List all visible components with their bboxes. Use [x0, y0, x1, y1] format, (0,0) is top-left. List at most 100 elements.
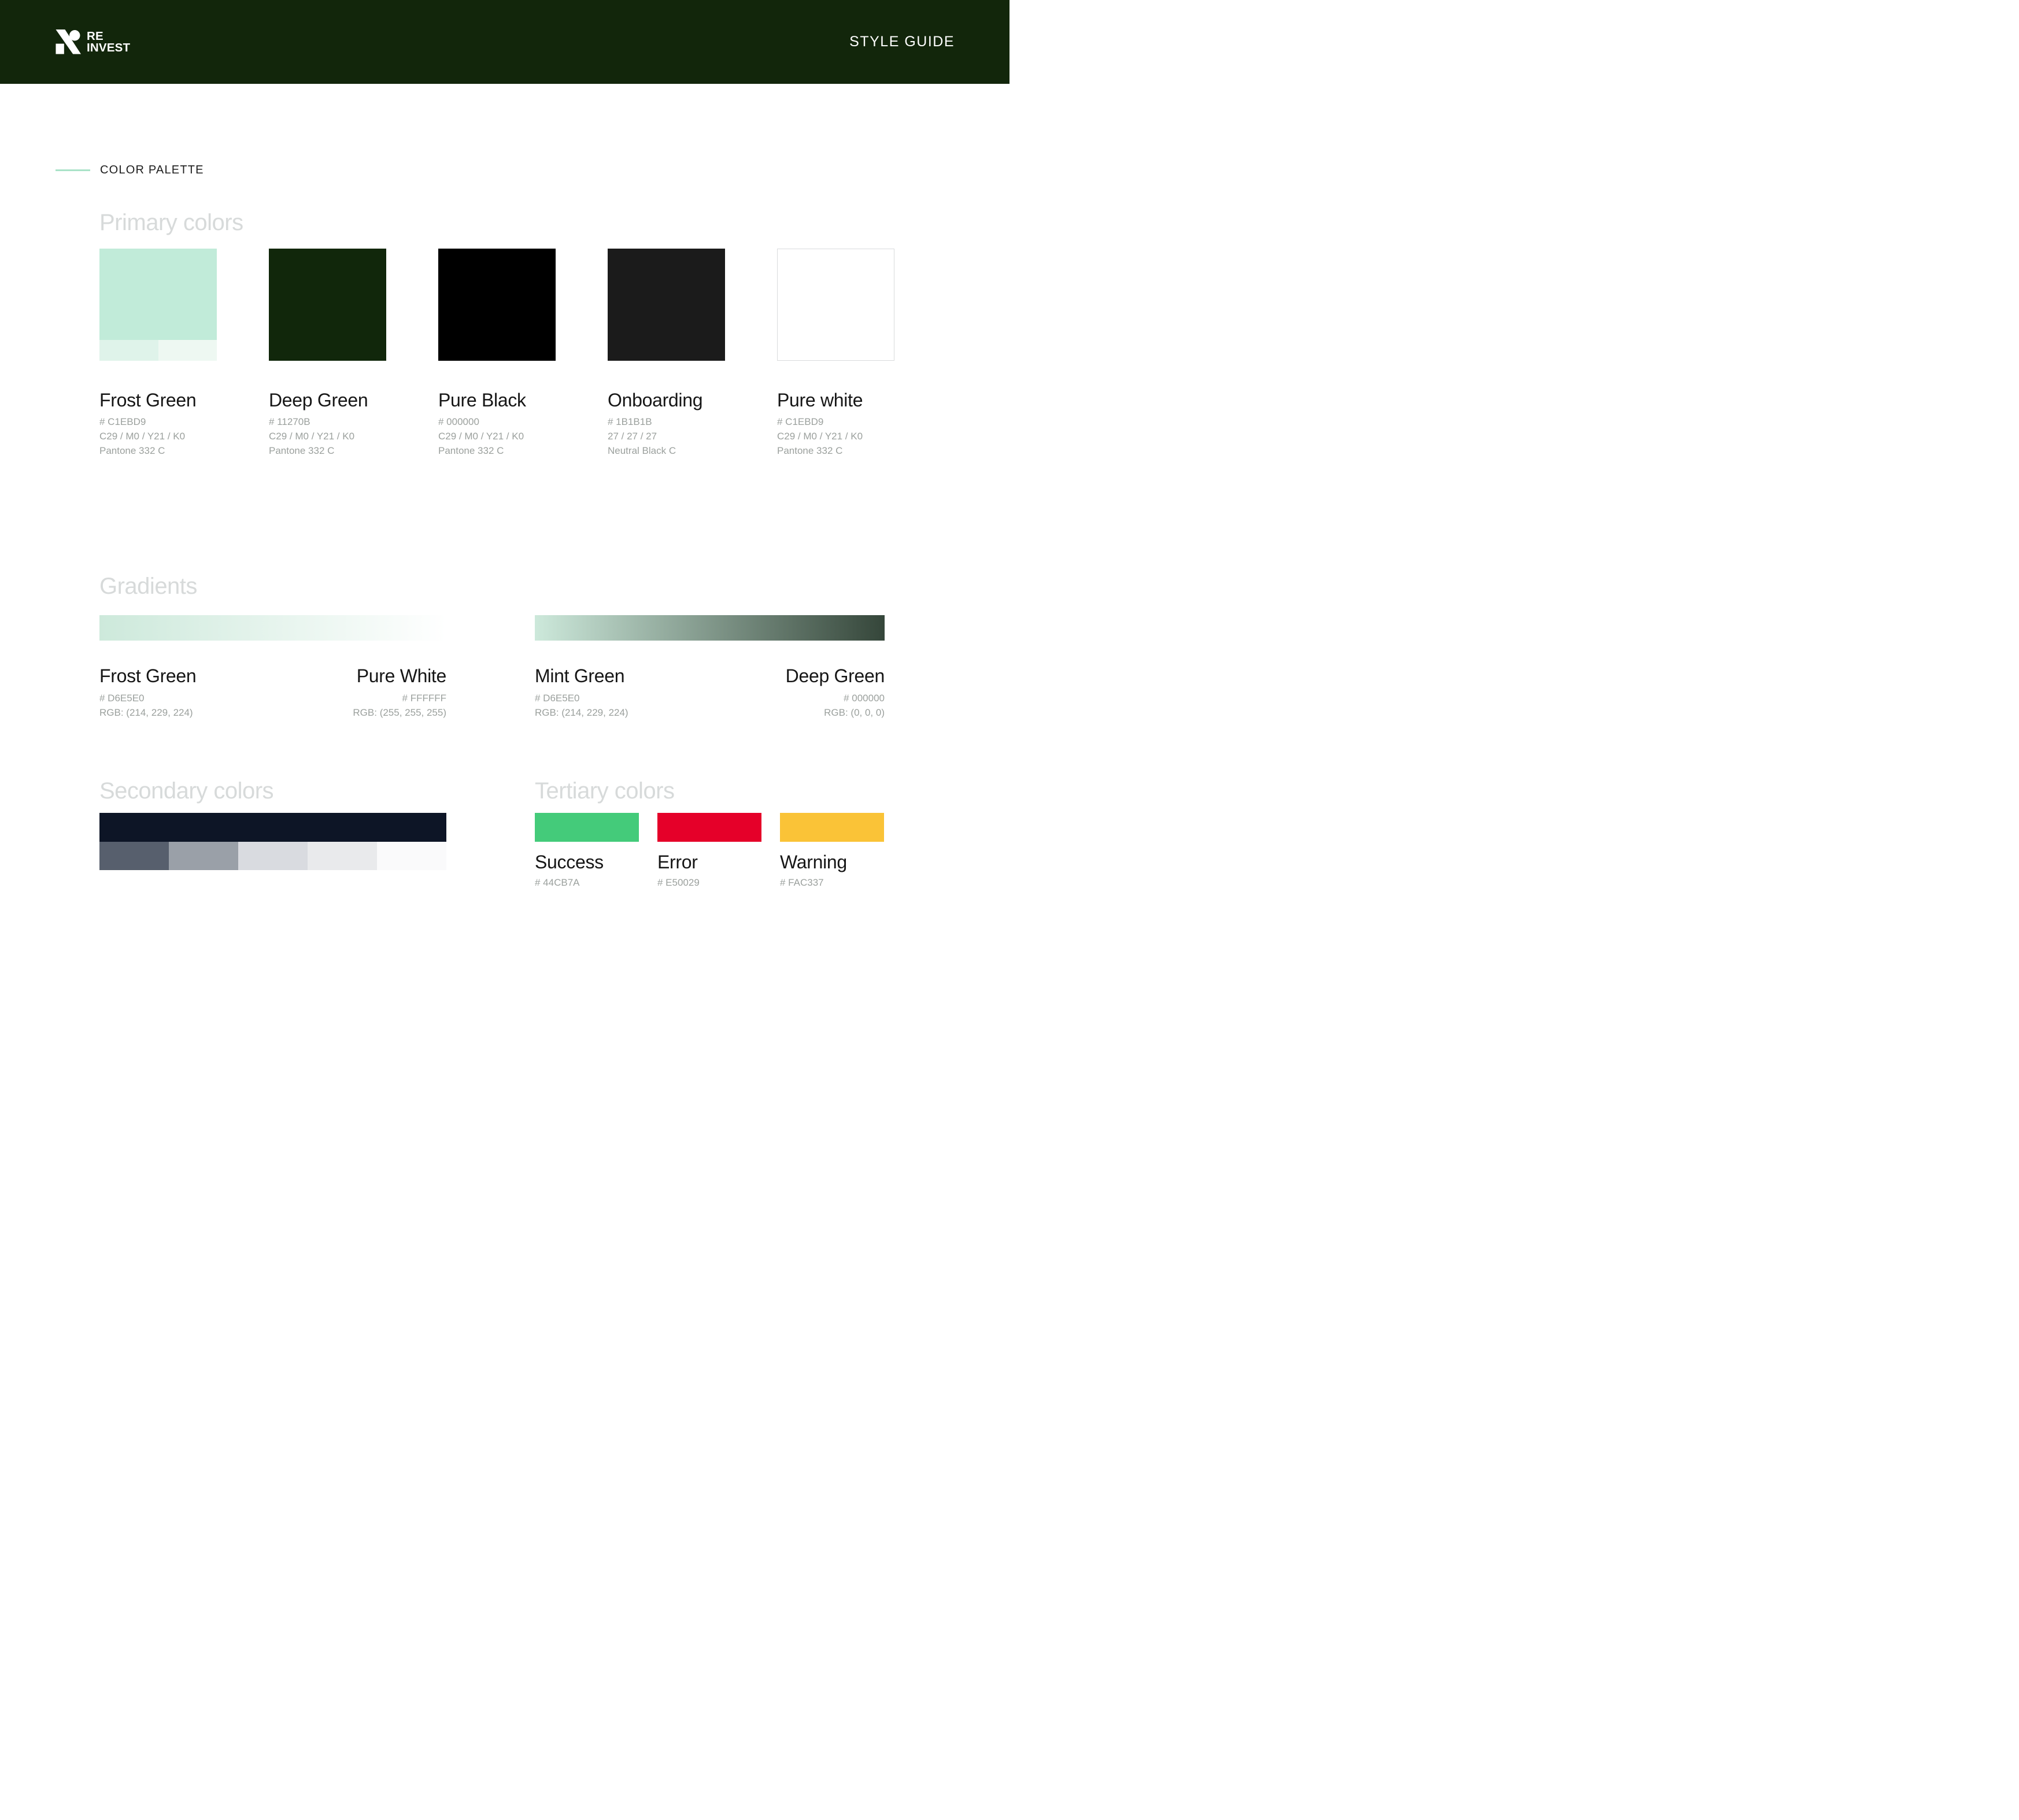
gradient-bar — [535, 615, 885, 641]
color-pantone: Neutral Black C — [608, 443, 725, 458]
color-swatch — [780, 813, 884, 842]
color-card-warning: Warning # FAC337 — [780, 813, 884, 889]
primary-colors-heading: Primary colors — [99, 209, 894, 236]
color-name: Warning — [780, 852, 884, 873]
color-cmyk: C29 / M0 / Y21 / K0 — [438, 429, 556, 443]
color-card-pure-black: Pure Black # 000000 C29 / M0 / Y21 / K0 … — [438, 249, 556, 458]
color-meta: # 1B1B1B 27 / 27 / 27 Neutral Black C — [608, 415, 725, 458]
color-hex: # 000000 — [786, 691, 885, 705]
color-hex: # D6E5E0 — [535, 691, 628, 705]
color-meta: # C1EBD9 C29 / M0 / Y21 / K0 Pantone 332… — [777, 415, 894, 458]
brand-logo-line2: INVEST — [87, 42, 130, 53]
color-name: Deep Green — [786, 665, 885, 687]
tint-row — [99, 340, 217, 361]
color-hex: # C1EBD9 — [99, 415, 217, 429]
color-pantone: Pantone 332 C — [438, 443, 556, 458]
gradient-from-label: Mint Green # D6E5E0 RGB: (214, 229, 224) — [535, 665, 628, 720]
header: RE INVEST STYLE GUIDE — [0, 0, 1010, 84]
gray-swatch — [308, 842, 377, 870]
color-hex: # E50029 — [657, 877, 761, 889]
color-hex: # FFFFFF — [353, 691, 446, 705]
accent-line — [56, 169, 90, 171]
color-swatch — [608, 249, 725, 361]
color-card-frost-green: Frost Green # C1EBD9 C29 / M0 / Y21 / K0… — [99, 249, 217, 458]
color-rgb: RGB: (255, 255, 255) — [353, 705, 446, 720]
color-cmyk: C29 / M0 / Y21 / K0 — [99, 429, 217, 443]
color-swatch — [657, 813, 761, 842]
color-name: Pure White — [353, 665, 446, 687]
color-swatch — [438, 249, 556, 361]
gradient-row: Frost Green # D6E5E0 RGB: (214, 229, 224… — [99, 615, 1010, 720]
color-name: Frost Green — [99, 390, 217, 411]
color-pantone: Pantone 332 C — [777, 443, 894, 458]
color-meta: # 000000 C29 / M0 / Y21 / K0 Pantone 332… — [438, 415, 556, 458]
color-swatch — [535, 813, 639, 842]
color-meta: # FFFFFF RGB: (255, 255, 255) — [353, 691, 446, 720]
color-hex: # 000000 — [438, 415, 556, 429]
brand-logo-line1: RE — [87, 31, 130, 42]
secondary-navy-swatch — [99, 813, 446, 842]
primary-swatch-row: Frost Green # C1EBD9 C29 / M0 / Y21 / K0… — [99, 249, 894, 458]
color-meta: # C1EBD9 C29 / M0 / Y21 / K0 Pantone 332… — [99, 415, 217, 458]
gray-swatch — [99, 842, 169, 870]
primary-colors-section: Primary colors Frost Green # C1EBD9 C29 … — [99, 209, 894, 458]
section-label-row: COLOR PALETTE — [56, 164, 1010, 177]
brand-logo: RE INVEST — [56, 29, 130, 54]
color-meta: # D6E5E0 RGB: (214, 229, 224) — [535, 691, 628, 720]
color-name: Pure Black — [438, 390, 556, 411]
color-card-onboarding: Onboarding # 1B1B1B 27 / 27 / 27 Neutral… — [608, 249, 725, 458]
color-cmyk: 27 / 27 / 27 — [608, 429, 725, 443]
gradient-to-label: Pure White # FFFFFF RGB: (255, 255, 255) — [353, 665, 446, 720]
color-meta: # 000000 RGB: (0, 0, 0) — [786, 691, 885, 720]
color-hex: # 1B1B1B — [608, 415, 725, 429]
tertiary-colors-heading: Tertiary colors — [535, 778, 885, 804]
color-name: Error — [657, 852, 761, 873]
color-name: Success — [535, 852, 639, 873]
gradient-to-label: Deep Green # 000000 RGB: (0, 0, 0) — [786, 665, 885, 720]
color-hex: # C1EBD9 — [777, 415, 894, 429]
style-guide-page: RE INVEST STYLE GUIDE COLOR PALETTE Prim… — [0, 0, 1010, 921]
secondary-gray-scale — [99, 842, 446, 870]
gradient-bar — [99, 615, 446, 641]
color-swatch — [777, 249, 894, 361]
color-name: Frost Green — [99, 665, 196, 687]
color-pantone: Pantone 332 C — [269, 443, 386, 458]
color-name: Onboarding — [608, 390, 725, 411]
color-name: Mint Green — [535, 665, 628, 687]
tertiary-colors-section: Tertiary colors Success # 44CB7A Error #… — [535, 778, 885, 889]
gradient-labels: Frost Green # D6E5E0 RGB: (214, 229, 224… — [99, 665, 446, 720]
color-name: Deep Green — [269, 390, 386, 411]
secondary-colors-section: Secondary colors — [99, 778, 446, 889]
gray-swatch — [377, 842, 446, 870]
color-card-deep-green: Deep Green # 11270B C29 / M0 / Y21 / K0 … — [269, 249, 386, 458]
gradient-frost-to-white: Frost Green # D6E5E0 RGB: (214, 229, 224… — [99, 615, 446, 720]
color-hex: # D6E5E0 — [99, 691, 196, 705]
section-label: COLOR PALETTE — [100, 164, 204, 177]
secondary-colors-heading: Secondary colors — [99, 778, 446, 804]
bottom-section: Secondary colors Tertiary colors Success… — [99, 778, 1010, 889]
tertiary-swatch-row: Success # 44CB7A Error # E50029 Warning … — [535, 813, 885, 889]
color-meta: # 11270B C29 / M0 / Y21 / K0 Pantone 332… — [269, 415, 386, 458]
color-rgb: RGB: (214, 229, 224) — [535, 705, 628, 720]
gradient-from-label: Frost Green # D6E5E0 RGB: (214, 229, 224… — [99, 665, 196, 720]
brand-logo-text: RE INVEST — [87, 31, 130, 53]
color-rgb: RGB: (214, 229, 224) — [99, 705, 196, 720]
color-swatch — [99, 249, 217, 361]
color-name: Pure white — [777, 390, 894, 411]
tint-swatch — [158, 340, 217, 361]
gray-swatch — [238, 842, 308, 870]
gradient-mint-to-deep: Mint Green # D6E5E0 RGB: (214, 229, 224)… — [535, 615, 885, 720]
page-title: STYLE GUIDE — [849, 34, 955, 50]
tint-swatch — [99, 340, 158, 361]
color-hex: # 44CB7A — [535, 877, 639, 889]
gradient-labels: Mint Green # D6E5E0 RGB: (214, 229, 224)… — [535, 665, 885, 720]
color-hex: # 11270B — [269, 415, 386, 429]
gradients-section: Gradients Frost Green # D6E5E0 RGB: (214… — [99, 573, 1010, 720]
color-card-pure-white: Pure white # C1EBD9 C29 / M0 / Y21 / K0 … — [777, 249, 894, 458]
brand-logo-mark-icon — [56, 29, 82, 54]
color-hex: # FAC337 — [780, 877, 884, 889]
color-swatch — [269, 249, 386, 361]
color-rgb: RGB: (0, 0, 0) — [786, 705, 885, 720]
color-cmyk: C29 / M0 / Y21 / K0 — [777, 429, 894, 443]
color-meta: # D6E5E0 RGB: (214, 229, 224) — [99, 691, 196, 720]
